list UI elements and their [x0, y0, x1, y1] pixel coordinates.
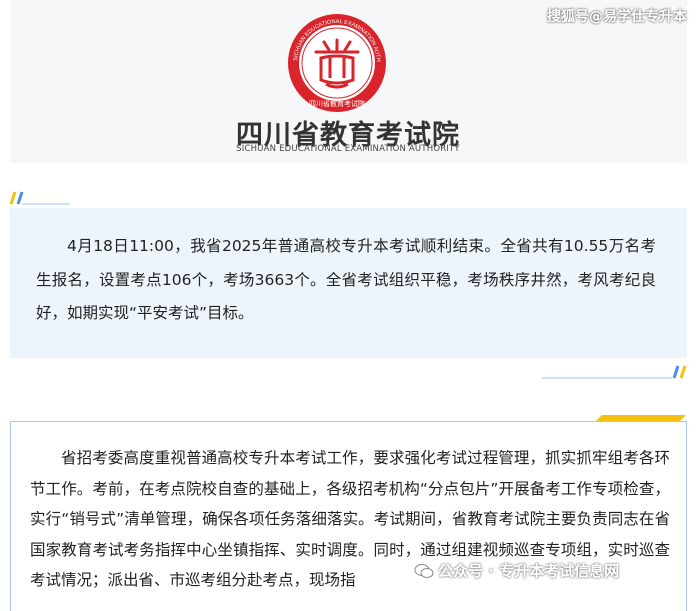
summary-paragraph: 4月18日11:00，我省2025年普通高校专升本考试顺利结束。全省共有10.5… — [36, 237, 656, 322]
wechat-icon — [414, 563, 434, 578]
wechat-watermark-text: 公众号 · 专升本考试信息网 — [438, 562, 620, 580]
wechat-watermark: 公众号 · 专升本考试信息网 — [414, 560, 619, 581]
exam-authority-seal-icon: SICHUAN EDUCATIONAL EXAMINATION AUTHORIT… — [286, 12, 386, 112]
decorative-slash-icon — [9, 191, 70, 205]
seal-bottom-text: 四川省教育考试院 — [309, 99, 365, 108]
decorative-slash-icon-right — [542, 365, 687, 379]
sohu-watermark: 搜狐号@易学仕专升本 — [547, 9, 687, 25]
authority-name-en: SICHUAN EDUCATIONAL EXAMINATION AUTHORIT… — [236, 144, 460, 154]
